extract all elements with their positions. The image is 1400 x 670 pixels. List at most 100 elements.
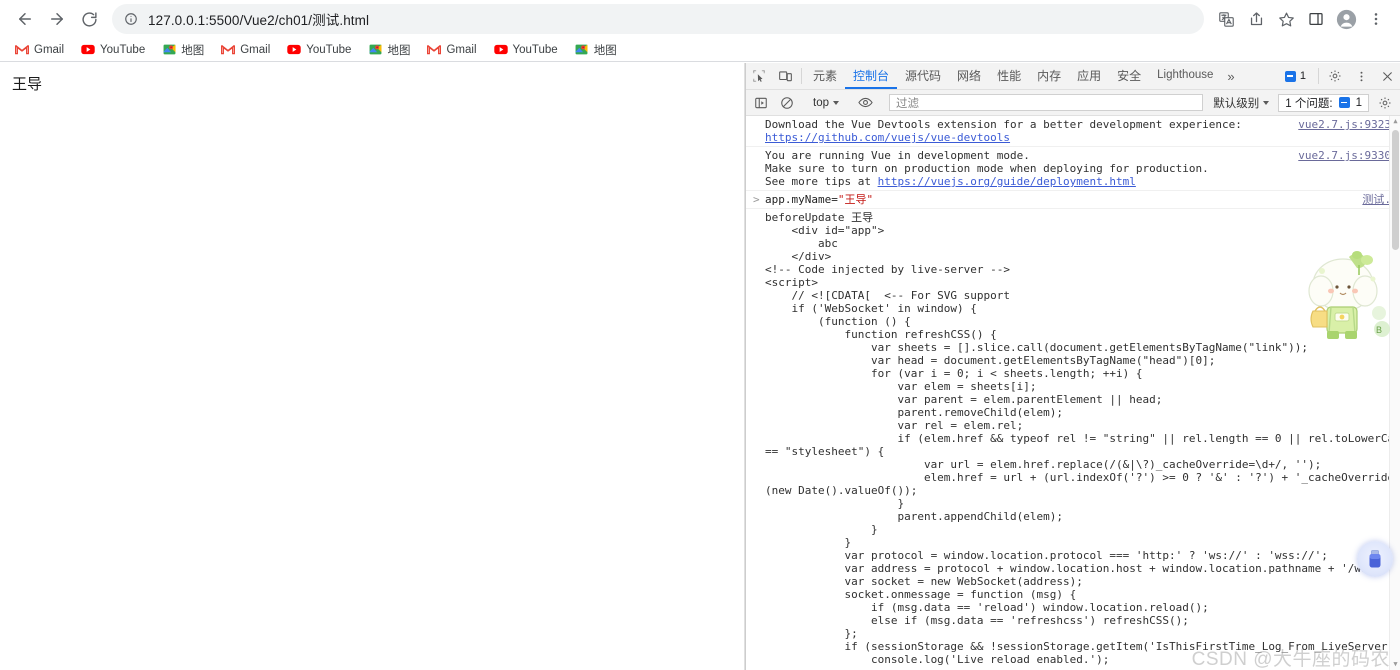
issues-count-text: 1 (1299, 70, 1306, 82)
forward-button[interactable] (42, 4, 72, 34)
console-result-source[interactable]: 测试. (1362, 193, 1391, 206)
translate-icon[interactable] (1212, 5, 1240, 33)
issues-summary-text: 1 个问题: (1285, 97, 1333, 110)
more-tabs-icon[interactable]: » (1221, 63, 1240, 89)
bookmark-item[interactable]: YouTube (74, 41, 152, 59)
chrome-actions (1212, 5, 1390, 33)
youtube-icon (81, 43, 95, 57)
bookmark-item[interactable]: Gmail (214, 41, 277, 59)
bookmarks-bar: Gmail YouTube 地图 Gmail YouTube 地图 Gmail … (0, 38, 1400, 62)
console-command-value: "王导" (837, 193, 874, 206)
bookmark-item[interactable]: Gmail (420, 41, 483, 59)
issues-summary[interactable]: 1 个问题: 1 (1278, 93, 1369, 112)
console-scrollbar[interactable]: ▲ ▼ (1389, 116, 1400, 670)
bookmark-item[interactable]: 地图 (361, 40, 417, 60)
scrollbar-thumb[interactable] (1392, 130, 1399, 250)
floating-usb-button[interactable] (1357, 541, 1393, 577)
gmail-icon (221, 43, 236, 57)
console-message-source[interactable]: vue2.7.js:9330 (1298, 149, 1391, 162)
bookmark-star-icon[interactable] (1272, 5, 1300, 33)
tab-console[interactable]: 控制台 (845, 63, 898, 89)
bookmark-label: 地图 (593, 44, 617, 57)
tab-network[interactable]: 网络 (949, 63, 989, 89)
tab-application[interactable]: 应用 (1069, 63, 1109, 89)
console-message[interactable]: Download the Vue Devtools extension for … (746, 116, 1400, 147)
gmail-icon (15, 43, 29, 57)
device-toolbar-icon[interactable] (772, 63, 798, 89)
deployment-guide-link[interactable]: https://vuejs.org/guide/deployment.html (878, 175, 1136, 188)
chevron-down-icon (833, 100, 839, 105)
bookmark-label: Gmail (34, 43, 65, 56)
tab-memory[interactable]: 内存 (1029, 63, 1069, 89)
tab-performance[interactable]: 性能 (989, 63, 1029, 89)
site-info-icon[interactable] (124, 12, 138, 26)
tab-elements[interactable]: 元素 (805, 63, 845, 89)
gmail-icon (427, 43, 442, 57)
log-level-select[interactable]: 默认级别 (1207, 95, 1275, 111)
console-filter-placeholder: 过滤 (896, 97, 919, 110)
maps-icon (162, 43, 176, 57)
console-message[interactable]: You are running Vue in development mode.… (746, 147, 1400, 191)
profile-avatar[interactable] (1332, 5, 1360, 33)
console-sidebar-toggle-icon[interactable] (748, 96, 774, 110)
issues-summary-count: 1 (1355, 96, 1362, 109)
bookmark-item[interactable]: 地图 (155, 40, 211, 60)
tab-security[interactable]: 安全 (1109, 63, 1149, 89)
maps-icon (575, 43, 589, 57)
console-message-list[interactable]: Download the Vue Devtools extension for … (746, 116, 1400, 670)
devtools-panel: 元素 控制台 源代码 网络 性能 内存 应用 安全 Lighthouse » 1 (745, 63, 1400, 670)
browser-chrome: 127.0.0.1:5500/Vue2/ch01/测试.html Gmail Y… (0, 0, 1400, 62)
address-bar[interactable]: 127.0.0.1:5500/Vue2/ch01/测试.html (112, 4, 1204, 34)
maps-icon (368, 43, 382, 57)
scroll-up-arrow-icon[interactable]: ▲ (1390, 116, 1400, 127)
navigation-bar: 127.0.0.1:5500/Vue2/ch01/测试.html (0, 0, 1400, 38)
close-icon[interactable] (1374, 63, 1400, 89)
console-filter-bar: top 过滤 默认级别 1 个问题: 1 (746, 90, 1400, 116)
back-button[interactable] (10, 4, 40, 34)
bookmark-label: 地图 (387, 44, 411, 57)
bookmark-item[interactable]: YouTube (487, 41, 565, 59)
vue-devtools-link[interactable]: https://github.com/vuejs/vue-devtools (765, 131, 1010, 144)
bookmark-item[interactable]: YouTube (280, 41, 358, 59)
tabbar-spacer (1241, 63, 1276, 89)
console-output-dump: beforeUpdate 王导 <div id="app"> abc </div… (765, 211, 1400, 666)
tab-sources[interactable]: 源代码 (897, 63, 949, 89)
console-message-line: Make sure to turn on production mode whe… (765, 162, 1209, 175)
console-message-source[interactable]: vue2.7.js:9323 (1298, 118, 1391, 131)
console-settings-gear-icon[interactable] (1372, 96, 1398, 110)
more-options-icon[interactable] (1348, 63, 1374, 89)
youtube-icon (287, 43, 301, 57)
execution-context-value: top (813, 96, 829, 109)
bookmark-item[interactable]: Gmail (8, 41, 71, 59)
bookmark-label: YouTube (100, 43, 146, 56)
console-command-entry[interactable]: > app.myName="王导" 测试. (746, 191, 1400, 209)
bookmark-label: Gmail (446, 43, 477, 56)
side-panel-icon[interactable] (1302, 5, 1330, 33)
share-icon[interactable] (1242, 5, 1270, 33)
youtube-icon (493, 43, 508, 57)
scroll-down-arrow-icon[interactable]: ▼ (1390, 659, 1400, 670)
tab-lighthouse[interactable]: Lighthouse (1149, 63, 1221, 89)
reload-button[interactable] (74, 4, 104, 34)
chrome-menu-icon[interactable] (1362, 5, 1390, 33)
console-command-prefix: app.myName= (765, 193, 838, 206)
execution-context-select[interactable]: top (807, 97, 845, 109)
chevron-down-icon (1263, 100, 1270, 105)
clear-console-icon[interactable] (774, 96, 800, 110)
inspect-element-icon[interactable] (746, 63, 772, 89)
console-filter-input[interactable]: 过滤 (889, 94, 1204, 111)
issue-badge-icon (1338, 97, 1350, 108)
bookmark-label: YouTube (306, 43, 352, 56)
live-expression-eye-icon[interactable] (852, 96, 878, 109)
gear-icon[interactable] (1322, 63, 1348, 89)
log-level-value: 默认级别 (1213, 97, 1260, 110)
issues-counter[interactable]: 1 (1280, 67, 1311, 85)
toolbar-divider (801, 68, 802, 84)
toolbar-divider (1318, 68, 1319, 84)
bookmark-label: Gmail (240, 43, 271, 56)
page-body-text: 王导 (12, 77, 43, 93)
bookmark-label: 地图 (181, 44, 205, 57)
page-viewport: 王导 (0, 63, 745, 670)
bookmark-label: YouTube (512, 43, 558, 56)
bookmark-item[interactable]: 地图 (568, 40, 624, 60)
